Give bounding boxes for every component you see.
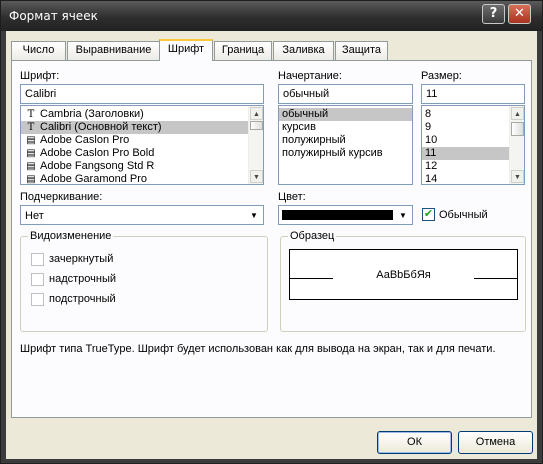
opentype-icon: ▤	[26, 135, 36, 146]
font-list-scrollbar[interactable]: ▲ ▼	[248, 106, 263, 184]
size-label: Размер:	[421, 70, 462, 82]
size-input[interactable]: 11	[421, 84, 525, 104]
font-list-item-selected[interactable]: T Calibri (Основной текст)	[21, 121, 263, 134]
superscript-checkbox[interactable]	[31, 273, 44, 286]
style-label: Начертание:	[278, 70, 342, 82]
font-item-label: Cambria (Заголовки)	[40, 108, 144, 120]
tab-protection[interactable]: Защита	[335, 41, 388, 60]
font-item-label: Adobe Fangsong Std R	[40, 160, 155, 172]
subscript-checkbox[interactable]	[31, 293, 44, 306]
style-list-item[interactable]: полужирный курсив	[279, 147, 412, 160]
opentype-icon: ▤	[26, 174, 36, 185]
style-list-item[interactable]: полужирный	[279, 134, 412, 147]
tab-border[interactable]: Граница	[214, 41, 272, 60]
tab-fill[interactable]: Заливка	[273, 41, 334, 60]
effects-group: Видоизменение зачеркнутый надстрочный по…	[20, 230, 268, 332]
truetype-icon: T	[27, 109, 35, 120]
font-name-input[interactable]: Calibri	[20, 84, 264, 104]
chevron-down-icon[interactable]: ▼	[396, 209, 410, 222]
scroll-thumb[interactable]	[511, 122, 524, 136]
scroll-down-arrow-icon[interactable]: ▼	[250, 170, 263, 183]
chevron-down-icon[interactable]: ▼	[247, 209, 261, 222]
tab-font[interactable]: Шрифт	[159, 39, 213, 61]
font-info-text: Шрифт типа TrueType. Шрифт будет использ…	[20, 343, 496, 355]
cancel-button[interactable]: Отмена	[458, 431, 533, 454]
close-button[interactable]: ✕	[508, 4, 531, 24]
size-list[interactable]: 8 9 10 11 12 14 ▲ ▼	[421, 105, 525, 185]
scroll-up-arrow-icon[interactable]: ▲	[250, 107, 263, 120]
font-item-label: Calibri (Основной текст)	[40, 121, 162, 133]
color-swatch	[282, 210, 393, 220]
normal-font-checkbox[interactable]: ✔	[422, 208, 435, 221]
font-tab-panel: Шрифт: Calibri T Cambria (Заголовки) T Cal…	[11, 60, 532, 418]
normal-font-label: Обычный	[439, 209, 488, 221]
color-dropdown[interactable]: ▼	[278, 205, 413, 225]
strikethrough-label: зачеркнутый	[49, 253, 114, 265]
strikethrough-checkbox[interactable]	[31, 253, 44, 266]
font-list-item[interactable]: ▤ Adobe Caslon Pro	[21, 134, 263, 147]
scroll-down-arrow-icon[interactable]: ▼	[511, 170, 524, 183]
truetype-icon: T	[27, 122, 35, 133]
style-input[interactable]: обычный	[278, 84, 413, 104]
underline-dropdown[interactable]: Нет ▼	[20, 205, 264, 225]
preview-box: АаBbБбЯя	[289, 249, 518, 300]
subscript-label: подстрочный	[49, 293, 116, 305]
font-item-label: Adobe Caslon Pro	[40, 134, 130, 146]
dialog-body: Число Выравнивание Шрифт Граница Заливка…	[6, 31, 537, 459]
format-cells-dialog: Формат ячеек ? ✕ Число Выравнивание Шриф…	[0, 0, 543, 464]
font-label: Шрифт:	[20, 70, 60, 82]
effects-title: Видоизменение	[28, 230, 114, 242]
window-title: Формат ячеек	[9, 9, 98, 23]
font-item-label: Adobe Garamond Pro	[40, 173, 148, 185]
font-list-item[interactable]: ▤ Adobe Caslon Pro Bold	[21, 147, 263, 160]
scroll-thumb[interactable]	[250, 121, 263, 130]
size-list-scrollbar[interactable]: ▲ ▼	[509, 106, 524, 184]
opentype-icon: ▤	[26, 148, 36, 159]
style-list-item[interactable]: курсив	[279, 121, 412, 134]
superscript-label: надстрочный	[49, 273, 116, 285]
ok-button[interactable]: ОК	[377, 431, 452, 454]
tab-number[interactable]: Число	[11, 41, 66, 60]
style-list[interactable]: обычный курсив полужирный полужирный кур…	[278, 105, 413, 185]
preview-text: АаBbБбЯя	[376, 269, 431, 281]
opentype-icon: ▤	[26, 161, 36, 172]
preview-title: Образец	[288, 230, 337, 242]
preview-group: Образец АаBbБбЯя	[280, 230, 526, 332]
font-list[interactable]: T Cambria (Заголовки) T Calibri (Основной …	[20, 105, 264, 185]
style-list-item-selected[interactable]: обычный	[279, 108, 412, 121]
help-button[interactable]: ?	[482, 4, 505, 24]
tab-alignment[interactable]: Выравнивание	[67, 41, 160, 60]
title-bar[interactable]: Формат ячеек ? ✕	[1, 1, 542, 31]
font-item-label: Adobe Caslon Pro Bold	[40, 147, 155, 159]
font-list-item[interactable]: ▤ Adobe Garamond Pro	[21, 173, 263, 185]
color-label: Цвет:	[278, 191, 306, 203]
font-list-item[interactable]: ▤ Adobe Fangsong Std R	[21, 160, 263, 173]
scroll-up-arrow-icon[interactable]: ▲	[511, 107, 524, 120]
font-list-item[interactable]: T Cambria (Заголовки)	[21, 108, 263, 121]
underline-label: Подчеркивание:	[20, 191, 103, 203]
underline-value: Нет	[25, 210, 44, 222]
